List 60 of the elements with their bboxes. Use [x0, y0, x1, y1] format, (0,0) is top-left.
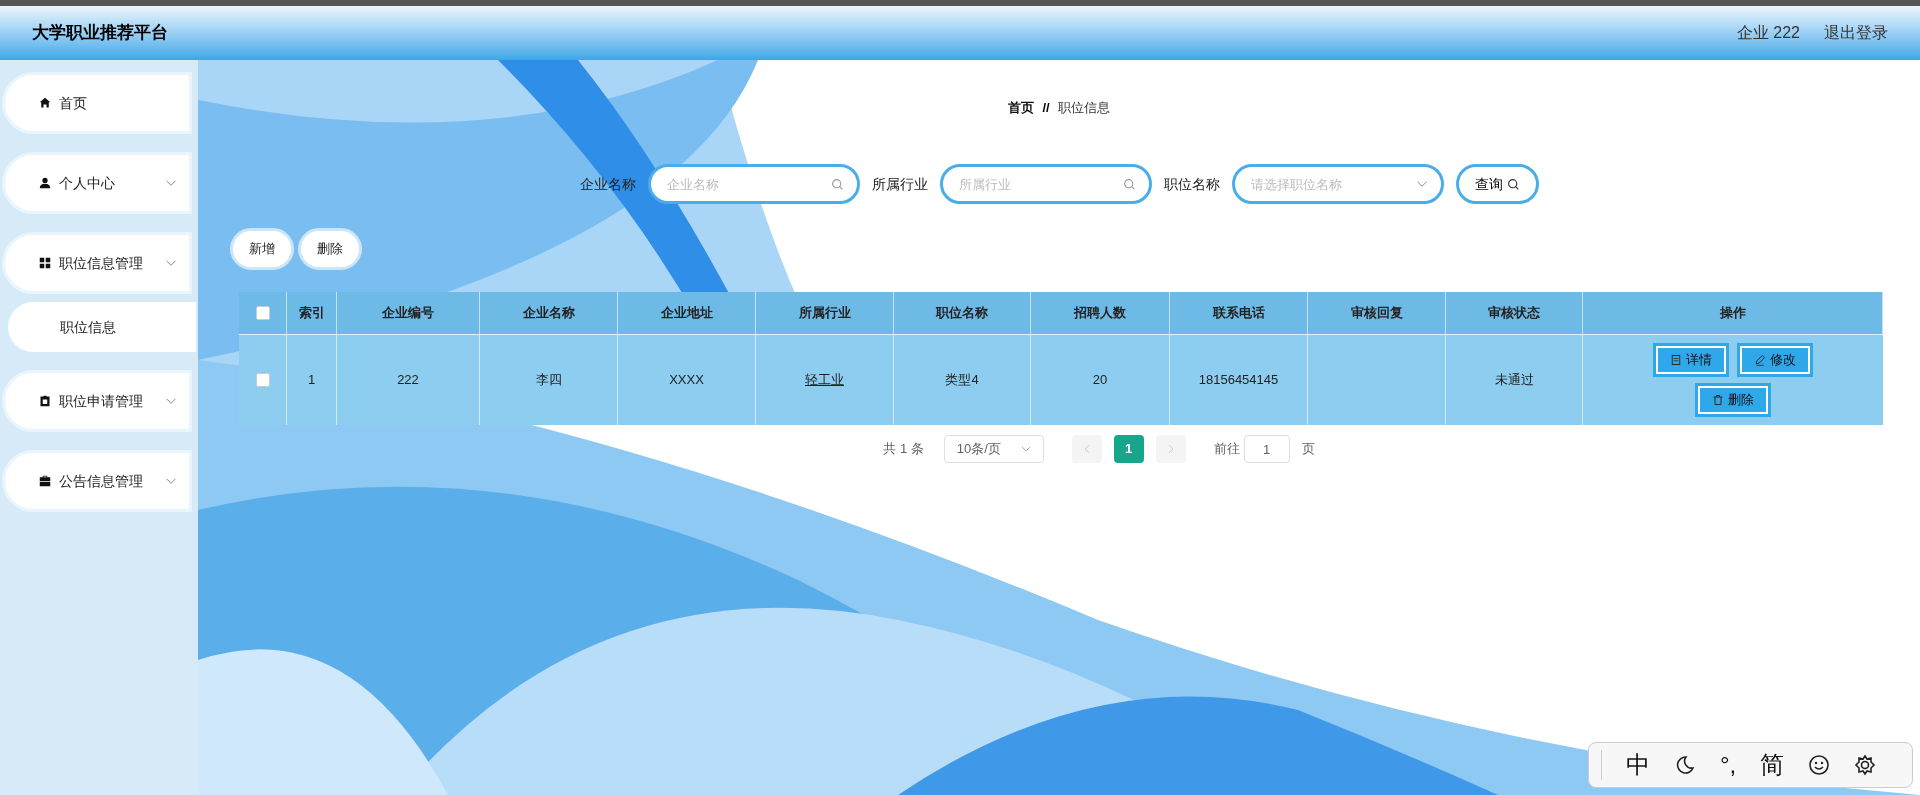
sidebar-item[interactable]: 公告信息管理: [2, 450, 192, 512]
row-action-button[interactable]: 修改: [1738, 344, 1812, 376]
pencil-icon: [1754, 354, 1766, 366]
search-field[interactable]: 所属行业: [939, 164, 1152, 204]
search-icon: [1506, 177, 1520, 191]
chevron-right-icon: [1166, 444, 1175, 454]
sidebar-item[interactable]: 个人中心: [2, 152, 192, 214]
trash-icon: [1712, 394, 1724, 406]
row-action-button[interactable]: 删除: [1696, 384, 1770, 416]
logout-link[interactable]: 退出登录: [1824, 21, 1888, 45]
sidebar-item[interactable]: 职位信息管理: [2, 232, 192, 294]
breadcrumb-item: 职位信息: [1057, 99, 1110, 117]
next-page-button[interactable]: [1155, 435, 1186, 463]
sidebar-item[interactable]: 首页: [2, 72, 192, 134]
user-icon: [39, 177, 51, 189]
total-count: 共 1 条: [883, 440, 924, 459]
briefcase-icon: [39, 475, 51, 487]
chevron-down-icon: [1020, 444, 1031, 454]
search-icon: [830, 177, 844, 191]
sidebar-subitem[interactable]: 职位信息: [8, 302, 196, 352]
page-size-select[interactable]: 10条/页: [943, 435, 1044, 463]
table-cell-text: 李四: [535, 371, 562, 390]
smile-icon: [1808, 754, 1831, 776]
breadcrumb-separator: //: [1042, 99, 1050, 117]
table-cell-text: 20: [1092, 371, 1108, 390]
table-cell-text: 轻工业: [805, 371, 844, 390]
field-label: 企业名称: [579, 174, 636, 194]
field-label: 所属行业: [871, 174, 928, 194]
select-field[interactable]: 请选择职位名称: [1231, 164, 1444, 204]
field-label: 职位名称: [1163, 174, 1220, 194]
sidebar-item[interactable]: 职位申请管理: [2, 370, 192, 432]
row-checkbox[interactable]: [255, 373, 270, 387]
home-icon: [39, 97, 51, 109]
page-suffix: 页: [1301, 440, 1315, 459]
search-button[interactable]: 查询: [1455, 164, 1539, 204]
grid-icon: [39, 257, 51, 269]
select-all-checkbox[interactable]: [255, 306, 270, 320]
gear-icon: [1854, 754, 1877, 776]
table-cell-text: 1: [307, 371, 316, 390]
chevron-left-icon: [1082, 444, 1091, 454]
table-cell-text: 类型4: [945, 371, 979, 390]
breadcrumb-item[interactable]: 首页: [1008, 98, 1035, 118]
row-action-button[interactable]: 详情: [1654, 344, 1728, 376]
previous-page-button[interactable]: [1071, 435, 1102, 463]
goto-label: 前往: [1213, 440, 1240, 459]
search-icon: [1122, 177, 1136, 191]
ime-toolbar-item[interactable]: 中: [1626, 747, 1650, 783]
table-cell-text: XXXX: [669, 371, 704, 390]
table-cell-text: 18156454145: [1198, 371, 1279, 390]
user-label: 企业 222: [1736, 23, 1800, 43]
moon-icon: [1674, 754, 1696, 776]
table-cell-text: 222: [397, 371, 419, 390]
ime-toolbar-item[interactable]: °,: [1720, 747, 1737, 783]
search-field[interactable]: 企业名称: [647, 164, 860, 204]
ime-toolbar-item[interactable]: 简: [1760, 747, 1785, 783]
table-cell-text: 未通过: [1494, 371, 1534, 390]
app-title: 大学职业推荐平台: [32, 22, 168, 45]
page-input[interactable]: 1: [1243, 435, 1290, 463]
document-icon: [1670, 354, 1682, 366]
clipboard-icon: [39, 395, 51, 407]
